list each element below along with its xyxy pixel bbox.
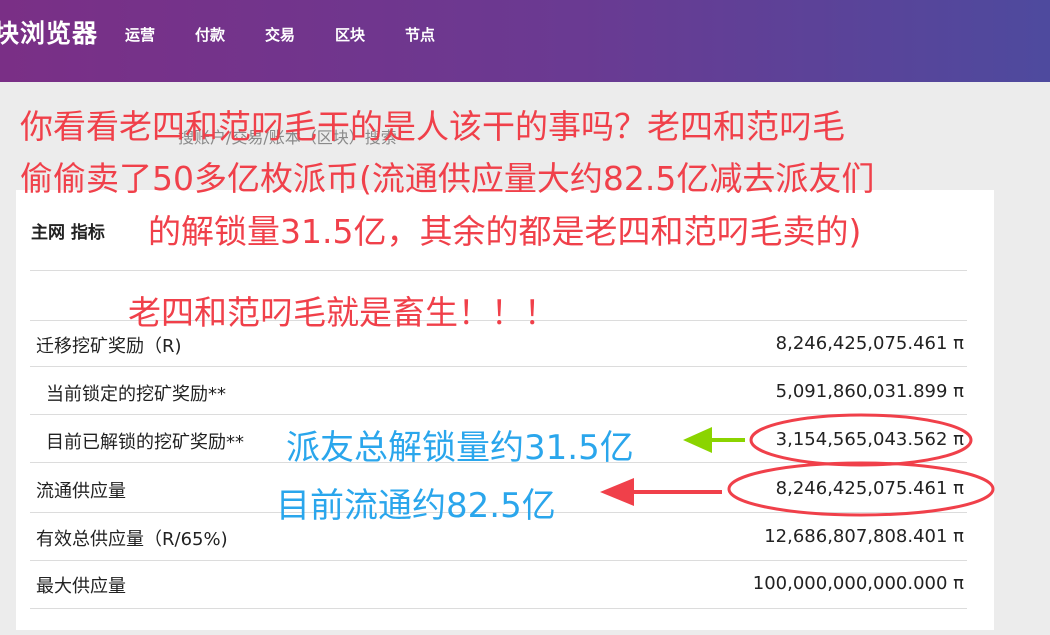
nav-item-transactions[interactable]: 交易 xyxy=(265,24,295,45)
row-label-migrated-rewards: 迁移挖矿奖励（R) xyxy=(36,336,182,357)
row-label-unlocked-rewards: 目前已解锁的挖矿奖励** xyxy=(46,432,244,453)
annotation-red-line-3: 的解锁量31.5亿，其余的都是老四和范叼毛卖的) xyxy=(148,212,862,251)
row-value-effective-total-supply: 12,686,807,808.401 π xyxy=(764,526,964,547)
divider xyxy=(30,366,967,367)
annotation-red-line-1: 你看看老四和范叼毛干的是人该干的事吗？老四和范叼毛 xyxy=(20,107,845,146)
row-label-circulating-supply: 流通供应量 xyxy=(36,481,126,502)
divider xyxy=(30,608,967,609)
mainnet-metrics-card xyxy=(16,190,994,630)
annotation-blue-circulation: 目前流通约82.5亿 xyxy=(276,486,556,526)
divider xyxy=(30,414,967,415)
row-value-circulating-supply: 8,246,425,075.461 π xyxy=(775,478,964,499)
top-nav-bar: 块浏览器 运营 付款 交易 区块 节点 xyxy=(0,0,1050,82)
nav-item-payments[interactable]: 付款 xyxy=(195,24,225,45)
divider xyxy=(30,560,967,561)
row-label-max-supply: 最大供应量 xyxy=(36,576,126,597)
row-value-migrated-rewards: 8,246,425,075.461 π xyxy=(775,333,964,354)
annotation-red-exclaim: 老四和范叼毛就是畜生！！！ xyxy=(128,293,557,332)
row-label-locked-rewards: 当前锁定的挖矿奖励** xyxy=(46,384,226,405)
row-label-effective-total-supply: 有效总供应量（R/65%) xyxy=(36,529,228,550)
brand-title[interactable]: 块浏览器 xyxy=(0,14,98,50)
row-value-unlocked-rewards: 3,154,565,043.562 π xyxy=(775,429,964,450)
annotation-blue-unlock: 派友总解锁量约31.5亿 xyxy=(286,428,634,468)
nav-item-nodes[interactable]: 节点 xyxy=(405,24,435,45)
annotation-red-line-2: 偷偷卖了50多亿枚派币(流通供应量大约82.5亿减去派友们 xyxy=(20,159,875,198)
nav-item-blocks[interactable]: 区块 xyxy=(335,24,365,45)
card-title: 主网 指标 xyxy=(31,223,105,243)
row-value-max-supply: 100,000,000,000.000 π xyxy=(752,573,964,594)
divider xyxy=(30,270,967,271)
nav-item-operations[interactable]: 运营 xyxy=(125,24,155,45)
row-value-locked-rewards: 5,091,860,031.899 π xyxy=(775,381,964,402)
